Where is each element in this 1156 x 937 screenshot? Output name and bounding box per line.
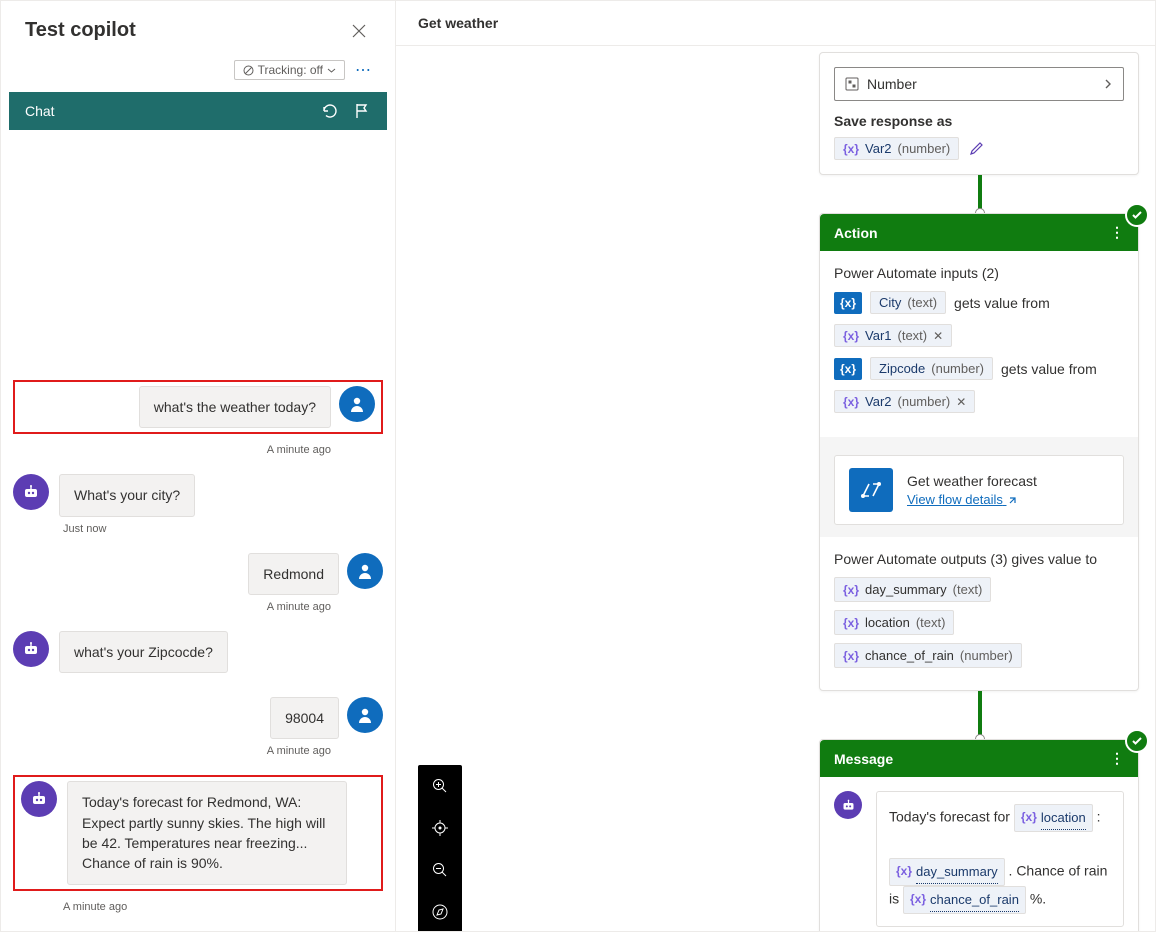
chat-message-bot: what's your Zipcocde? [13, 631, 383, 673]
node-menu-button[interactable]: ⋮ [1110, 224, 1124, 241]
action-node-title: Action [834, 225, 878, 241]
timestamp: A minute ago [13, 444, 383, 456]
recenter-button[interactable] [418, 807, 462, 849]
flow-reference[interactable]: Get weather forecast View flow details [834, 455, 1124, 525]
remove-icon[interactable]: ✕ [956, 395, 966, 409]
person-icon [356, 562, 374, 580]
avatar-user [347, 553, 383, 589]
flow-title: Get weather forecast [907, 473, 1037, 489]
more-menu-button[interactable]: ⋯ [355, 60, 371, 80]
message-node[interactable]: Message ⋮ Today's forecast for {x}locati… [819, 739, 1139, 931]
bot-icon [22, 640, 40, 658]
chat-transcript: what's the weather today? A minute ago W… [1, 130, 395, 937]
external-link-icon [1007, 495, 1018, 506]
message-node-title: Message [834, 751, 893, 767]
chevron-down-icon [327, 66, 336, 75]
input-variable-zip[interactable]: {x} [834, 358, 862, 380]
timestamp: A minute ago [13, 745, 383, 757]
connector [978, 691, 982, 739]
avatar-user [339, 386, 375, 422]
avatar-bot [21, 781, 57, 817]
chat-header-label: Chat [25, 103, 55, 119]
bot-icon [22, 483, 40, 501]
entity-icon [845, 77, 859, 91]
connector [978, 175, 982, 213]
status-checked-icon [1125, 729, 1149, 753]
avatar-bot [13, 631, 49, 667]
authoring-canvas[interactable]: Number Save response as {x} Var2 (number… [396, 46, 1155, 931]
chat-message-bot: Today's forecast for Redmond, WA: Expect… [21, 781, 375, 884]
output-variable[interactable]: {x}location(text) [834, 610, 954, 635]
timestamp: A minute ago [13, 901, 383, 913]
authoring-canvas-panel: Get weather Number Save response as [396, 1, 1155, 931]
variable-chip-var2[interactable]: {x} Var2 (number) ✕ [834, 390, 975, 413]
test-panel: Test copilot Tracking: off ⋯ Chat [1, 1, 396, 931]
close-button[interactable] [347, 19, 371, 48]
inline-variable[interactable]: {x}location [1014, 804, 1093, 832]
flow-icon [849, 468, 893, 512]
compass-icon [431, 903, 449, 921]
inline-variable[interactable]: {x}chance_of_rain [903, 886, 1026, 914]
person-icon [348, 395, 366, 413]
identify-type-select[interactable]: Number [834, 67, 1124, 101]
variable-chip[interactable]: {x} Var2 (number) [834, 137, 959, 160]
bot-icon [841, 798, 856, 813]
save-response-label: Save response as [834, 113, 1124, 129]
message-text-editor[interactable]: Today's forecast for {x}location : {x}da… [876, 791, 1124, 927]
test-panel-title: Test copilot [25, 19, 136, 42]
person-icon [356, 706, 374, 724]
timestamp: Just now [13, 523, 383, 535]
tracking-off-icon [243, 65, 254, 76]
zoom-toolbar [418, 765, 462, 931]
status-checked-icon [1125, 203, 1149, 227]
target-icon [431, 819, 449, 837]
zoom-out-button[interactable] [418, 849, 462, 891]
node-menu-button[interactable]: ⋮ [1110, 750, 1124, 767]
chat-message-bot: What's your city? [13, 474, 383, 516]
zoom-in-icon [431, 777, 449, 795]
avatar-bot [834, 791, 862, 819]
chat-header: Chat [9, 92, 387, 130]
avatar-bot [13, 474, 49, 510]
outputs-label: Power Automate outputs (3) gives value t… [834, 551, 1124, 567]
chat-message-user: Redmond [13, 553, 383, 595]
action-node[interactable]: Action ⋮ Power Automate inputs (2) {x} C… [819, 213, 1139, 691]
tracking-toggle[interactable]: Tracking: off [234, 60, 345, 80]
inline-variable[interactable]: {x}day_summary [889, 858, 1005, 886]
avatar-user [347, 697, 383, 733]
timestamp: A minute ago [13, 601, 383, 613]
output-variable[interactable]: {x}chance_of_rain(number) [834, 643, 1022, 668]
flag-icon[interactable] [353, 102, 371, 120]
chevron-right-icon [1103, 79, 1113, 89]
chat-message-user: what's the weather today? [21, 386, 375, 428]
reload-icon[interactable] [321, 102, 339, 120]
inputs-label: Power Automate inputs (2) [834, 265, 1124, 281]
view-flow-link[interactable]: View flow details [907, 492, 1018, 507]
minimap-button[interactable] [418, 891, 462, 931]
output-variable[interactable]: {x}day_summary(text) [834, 577, 991, 602]
bot-icon [30, 790, 48, 808]
zoom-out-icon [431, 861, 449, 879]
input-variable-city[interactable]: {x} [834, 292, 862, 314]
pencil-icon[interactable] [969, 141, 984, 156]
chat-message-user: 98004 [13, 697, 383, 739]
zoom-in-button[interactable] [418, 765, 462, 807]
variable-chip-var1[interactable]: {x} Var1 (text) ✕ [834, 324, 952, 347]
question-node[interactable]: Number Save response as {x} Var2 (number… [819, 52, 1139, 175]
page-title: Get weather [396, 1, 1155, 46]
remove-icon[interactable]: ✕ [933, 329, 943, 343]
close-icon [351, 23, 367, 39]
